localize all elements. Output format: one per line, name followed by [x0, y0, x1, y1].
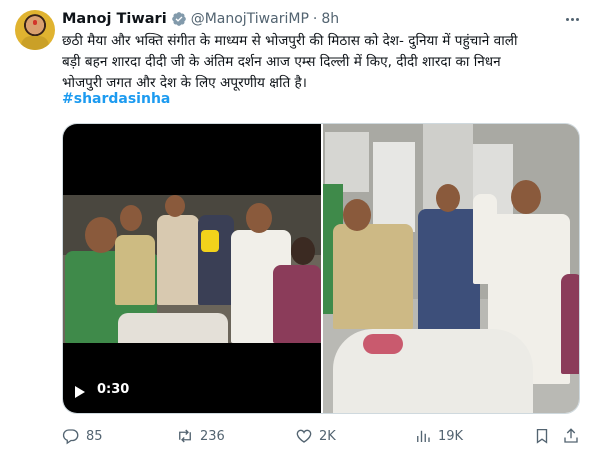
avatar[interactable] [15, 10, 55, 50]
tweet-text-line: छठी मैया और भक्ति संगीत के माध्यम से भोज… [62, 33, 518, 49]
repost-button[interactable]: 236 [176, 426, 225, 446]
reply-button[interactable]: 85 [62, 426, 103, 446]
video-duration: 0:30 [97, 382, 130, 397]
action-bar: 85 236 2K 19K [62, 426, 582, 446]
video-player[interactable]: 0:30 [63, 124, 321, 413]
verified-badge-icon [171, 12, 186, 26]
views-icon [417, 430, 430, 442]
timestamp[interactable]: 8h [321, 11, 339, 27]
video-frame [63, 195, 321, 343]
play-icon[interactable] [75, 386, 85, 398]
tweet-text-line: बड़ी बहन शारदा दीदी जी के अंतिम दर्शन आज… [62, 54, 501, 70]
photo[interactable] [323, 124, 579, 413]
like-count: 2K [319, 428, 336, 444]
like-icon [296, 429, 312, 443]
share-button[interactable] [562, 426, 586, 446]
reply-icon [62, 429, 79, 445]
repost-icon [179, 429, 191, 443]
like-button[interactable]: 2K [295, 426, 336, 446]
author-handle[interactable]: @ManojTiwariMP [191, 11, 309, 27]
author-name[interactable]: Manoj Tiwari [62, 11, 167, 27]
separator: · [312, 11, 318, 27]
media-grid: 0:30 [62, 123, 580, 414]
reply-count: 85 [86, 428, 103, 444]
tweet-text: छठी मैया और भक्ति संगीत के माध्यम से भोज… [62, 31, 587, 94]
view-count: 19K [438, 428, 464, 444]
repost-count: 236 [200, 428, 225, 444]
tweet-header: Manoj Tiwari @ManojTiwariMP · 8h [62, 9, 339, 29]
views-button[interactable]: 19K [414, 426, 463, 446]
more-icon[interactable] [562, 10, 582, 28]
bookmark-icon [536, 428, 548, 444]
share-icon [564, 428, 578, 443]
bookmark-button[interactable] [533, 426, 557, 446]
hashtag-link[interactable]: #shardasinha [62, 91, 170, 107]
